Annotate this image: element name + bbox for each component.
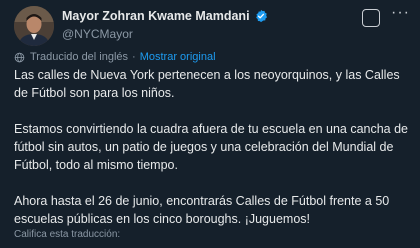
translation-notice: Traducido del inglés · Mostrar original (14, 51, 216, 63)
grok-icon[interactable] (362, 9, 380, 27)
translation-separator: · (132, 51, 136, 63)
show-original-link[interactable]: Mostrar original (140, 51, 216, 63)
post-paragraph-2: Estamos convirtiendo la cuadra afuera de… (14, 122, 409, 172)
verified-badge-icon (254, 9, 268, 23)
rate-translation-label: Califica esta traducción: (14, 229, 121, 240)
translation-label: Traducido del inglés (30, 51, 129, 63)
avatar[interactable] (14, 6, 54, 46)
more-options-icon[interactable]: ··· (391, 4, 410, 22)
author-handle[interactable]: @NYCMayor (62, 27, 133, 41)
post-paragraph-3: Ahora hasta el 26 de junio, encontrarás … (14, 194, 390, 226)
author-name-row[interactable]: Mayor Zohran Kwame Mamdani (62, 9, 268, 23)
avatar-image (14, 6, 54, 46)
globe-icon (14, 52, 25, 63)
post-text: Las calles de Nueva York pertenecen a lo… (14, 66, 414, 246)
author-display-name[interactable]: Mayor Zohran Kwame Mamdani (62, 9, 250, 23)
post-paragraph-1: Las calles de Nueva York pertenecen a lo… (14, 68, 400, 100)
